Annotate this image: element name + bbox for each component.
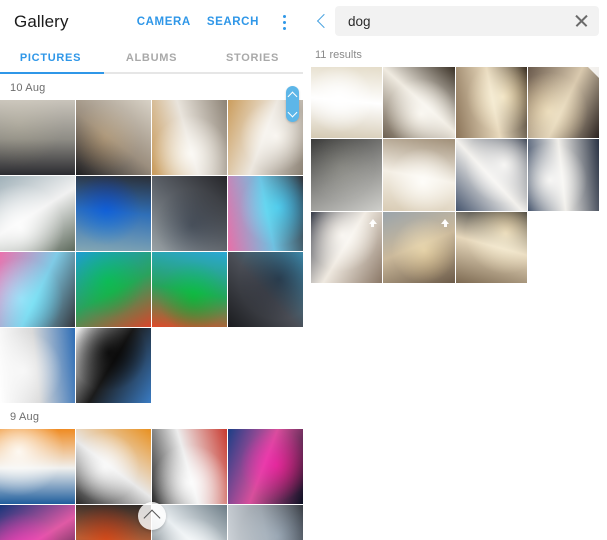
thumbnail-image [455,67,527,139]
chevron-left-icon[interactable] [309,7,335,35]
cloud-upload-icon [367,216,378,227]
search-query-text: dog [348,13,371,29]
photo-thumbnail[interactable] [152,429,227,504]
thumbnail-image [527,139,599,211]
photo-thumbnail[interactable] [455,139,527,211]
gallery-tabs: PICTURES ALBUMS STORIES [0,44,303,72]
thumbnail-image [228,176,303,251]
tab-underline [0,72,303,74]
thumbnail-image [228,429,303,504]
photo-thumbnail[interactable] [228,252,303,327]
chevron-down-icon [287,107,298,117]
photo-thumbnail[interactable] [0,252,75,327]
section-date-9aug: 9 Aug [10,411,40,423]
photo-thumbnail[interactable] [527,67,599,139]
photo-thumbnail[interactable] [311,67,383,139]
photo-grid-10aug [0,100,303,403]
photo-thumbnail[interactable] [455,211,527,283]
thumbnail-image [0,252,75,327]
photo-thumbnail[interactable] [76,429,151,504]
camera-button[interactable]: CAMERA [137,16,191,28]
thumbnail-image [228,505,303,540]
photo-thumbnail[interactable] [0,505,75,540]
search-button[interactable]: SEARCH [207,16,259,28]
search-bar: dog [303,0,607,42]
thumbnail-image [0,505,75,540]
photo-thumbnail[interactable] [0,328,75,403]
thumbnail-image [76,176,151,251]
thumbnail-image [0,176,75,251]
gallery-header: Gallery CAMERA SEARCH [0,0,303,44]
photo-thumbnail[interactable] [76,100,151,175]
gallery-search-screen: Gallery CAMERA SEARCH PICTURES ALBUMS ST… [0,0,607,540]
scroll-thumb[interactable] [286,86,299,122]
section-date-10aug: 10 Aug [10,82,46,94]
tab-active-indicator [0,72,104,74]
thumbnail-image [152,100,227,175]
photo-thumbnail[interactable] [0,176,75,251]
photo-thumbnail[interactable] [0,100,75,175]
photo-thumbnail[interactable] [152,100,227,175]
thumbnail-image [152,429,227,504]
tab-stories[interactable]: STORIES [202,44,303,72]
search-results-panel: dog 11 results [303,0,607,540]
photo-thumbnail[interactable] [152,252,227,327]
page-title: Gallery [14,12,69,31]
thumbnail-image [455,139,527,211]
photo-thumbnail[interactable] [0,429,75,504]
scroll-to-top-button[interactable] [138,502,166,530]
thumbnail-image [152,252,227,327]
tab-pictures[interactable]: PICTURES [0,44,101,72]
photo-thumbnail[interactable] [311,139,383,211]
thumbnail-image [311,139,383,211]
chevron-up-icon [287,91,298,101]
thumbnail-image [76,252,151,327]
thumbnail-image [228,252,303,327]
kebab-menu-icon[interactable] [275,11,293,33]
photo-thumbnail[interactable] [383,139,455,211]
thumbnail-image [0,100,75,175]
tab-albums[interactable]: ALBUMS [101,44,202,72]
search-results-grid [303,67,607,283]
thumbnail-image [152,176,227,251]
clear-x-icon[interactable] [573,12,591,30]
gallery-panel: Gallery CAMERA SEARCH PICTURES ALBUMS ST… [0,0,303,540]
search-input[interactable]: dog [335,6,599,36]
thumbnail-image [0,429,75,504]
photo-thumbnail[interactable] [228,176,303,251]
photo-thumbnail[interactable] [455,67,527,139]
photo-thumbnail[interactable] [76,328,151,403]
results-count-label: 11 results [315,49,362,61]
cloud-upload-icon [440,216,451,227]
thumbnail-image [76,429,151,504]
thumbnail-image [76,328,151,403]
thumbnail-image [455,211,527,283]
thumbnail-image [76,100,151,175]
header-actions: CAMERA SEARCH [137,11,293,33]
thumbnail-image [383,139,455,211]
photo-thumbnail[interactable] [76,176,151,251]
empty-grid-cell [527,211,599,283]
corner-fold-marker [588,67,599,78]
photo-thumbnail[interactable] [383,211,455,283]
thumbnail-image [0,328,75,403]
photo-thumbnail[interactable] [76,252,151,327]
thumbnail-image [383,67,455,139]
thumbnail-image [311,67,383,139]
photo-thumbnail[interactable] [383,67,455,139]
photo-thumbnail[interactable] [527,139,599,211]
photo-thumbnail[interactable] [311,211,383,283]
photo-thumbnail[interactable] [228,429,303,504]
photo-thumbnail[interactable] [228,505,303,540]
chevron-up-icon [143,509,161,527]
photo-thumbnail[interactable] [152,176,227,251]
